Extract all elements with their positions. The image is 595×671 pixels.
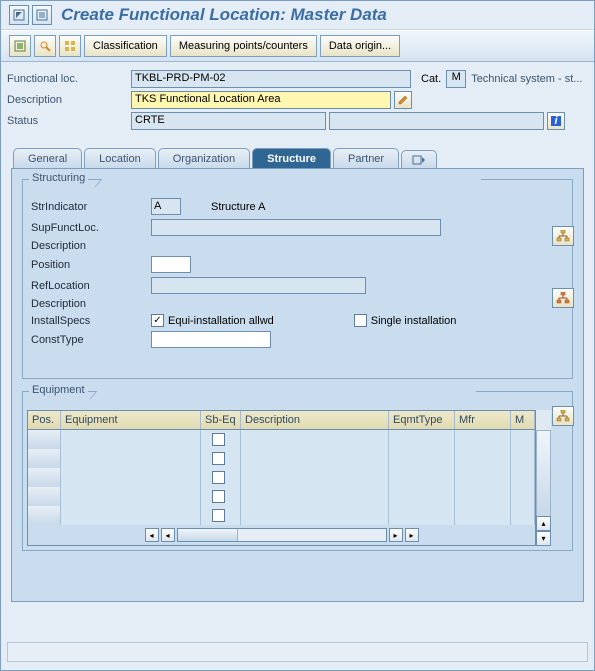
table-row[interactable]: [28, 430, 535, 449]
vscroll-thumb[interactable]: [536, 430, 551, 516]
vscroll-down-icon[interactable]: ▾: [536, 531, 551, 546]
col-eqmttype[interactable]: EqmtType: [389, 411, 455, 429]
consttype-label: ConstType: [31, 334, 151, 346]
equi-installation-label: Equi-installation allwd: [168, 315, 274, 327]
position-label: Position: [31, 259, 151, 271]
supfunctloc-hierarchy-icon[interactable]: [552, 226, 574, 246]
col-description[interactable]: Description: [241, 411, 389, 429]
row-sbeq-checkbox[interactable]: [212, 509, 225, 522]
status-bar: [7, 642, 588, 662]
strindicator-field: A: [151, 198, 181, 215]
hscroll-prev-icon[interactable]: ◂: [161, 528, 175, 542]
functional-loc-label: Functional loc.: [7, 73, 131, 85]
reflocation-hierarchy-icon[interactable]: [552, 288, 574, 308]
col-sbeq[interactable]: Sb-Eq: [201, 411, 241, 429]
single-installation-label: Single installation: [371, 315, 457, 327]
structuring-group-title: Structuring: [29, 172, 88, 184]
table-row[interactable]: [28, 487, 535, 506]
cat-text: Technical system - st...: [471, 73, 582, 85]
hscroll-track[interactable]: [177, 528, 387, 542]
ref-description-label: Description: [31, 298, 151, 310]
row-sbeq-checkbox[interactable]: [212, 471, 225, 484]
supfunctloc-field[interactable]: [151, 219, 441, 236]
row-sbeq-checkbox[interactable]: [212, 490, 225, 503]
consttype-field[interactable]: [151, 331, 271, 348]
tab-partner[interactable]: Partner: [333, 148, 399, 169]
toolbar-icon-2[interactable]: [34, 35, 56, 57]
row-sbeq-checkbox[interactable]: [212, 452, 225, 465]
supfunctloc-label: SupFunctLoc.: [31, 222, 151, 234]
page-title: Create Functional Location: Master Data: [61, 5, 387, 25]
hscroll-first-icon[interactable]: ◂: [145, 528, 159, 542]
tab-general[interactable]: General: [13, 148, 82, 169]
table-row[interactable]: [28, 449, 535, 468]
vscroll-up-icon[interactable]: ▴: [536, 516, 551, 531]
status-info-icon[interactable]: i: [547, 112, 565, 130]
strindicator-text: Structure A: [211, 201, 265, 213]
strindicator-label: StrIndicator: [31, 201, 151, 213]
toolbar-icon-1[interactable]: [9, 35, 31, 57]
functional-loc-field: TKBL-PRD-PM-02: [131, 70, 411, 88]
status-field: CRTE: [131, 112, 326, 130]
toolbar-icon-3[interactable]: [59, 35, 81, 57]
tab-location[interactable]: Location: [84, 148, 156, 169]
hscroll-next-icon[interactable]: ▸: [389, 528, 403, 542]
col-equipment[interactable]: Equipment: [61, 411, 201, 429]
data-origin-button[interactable]: Data origin...: [320, 35, 400, 57]
reflocation-label: RefLocation: [31, 280, 151, 292]
status-label: Status: [7, 115, 131, 127]
cat-label: Cat.: [421, 73, 441, 85]
measuring-points-button[interactable]: Measuring points/counters: [170, 35, 317, 57]
position-field[interactable]: [151, 256, 191, 273]
installspecs-label: InstallSpecs: [31, 315, 151, 327]
hscroll-thumb[interactable]: [178, 529, 238, 541]
col-pos[interactable]: Pos.: [28, 411, 61, 429]
tab-more-icon[interactable]: [401, 150, 437, 169]
cat-value: M: [446, 70, 466, 88]
title-icon-list[interactable]: [32, 5, 52, 25]
tab-structure[interactable]: Structure: [252, 148, 331, 169]
status-field-2: [329, 112, 544, 130]
classification-button[interactable]: Classification: [84, 35, 167, 57]
equi-installation-checkbox[interactable]: [151, 314, 164, 327]
title-icon-back[interactable]: [9, 5, 29, 25]
tab-organization[interactable]: Organization: [158, 148, 250, 169]
equipment-group-title: Equipment: [29, 384, 88, 396]
single-installation-checkbox[interactable]: [354, 314, 367, 327]
col-m[interactable]: M: [511, 411, 535, 429]
description-field[interactable]: TKS Functional Location Area: [131, 91, 391, 109]
equipment-hierarchy-icon[interactable]: [552, 406, 574, 426]
col-mfr[interactable]: Mfr: [455, 411, 511, 429]
row-sbeq-checkbox[interactable]: [212, 433, 225, 446]
table-row[interactable]: [28, 506, 535, 525]
description-label: Description: [7, 94, 131, 106]
reflocation-field[interactable]: [151, 277, 366, 294]
table-row[interactable]: [28, 468, 535, 487]
hscroll-last-icon[interactable]: ▸: [405, 528, 419, 542]
sup-description-label: Description: [31, 240, 151, 252]
edit-description-icon[interactable]: [394, 91, 412, 109]
